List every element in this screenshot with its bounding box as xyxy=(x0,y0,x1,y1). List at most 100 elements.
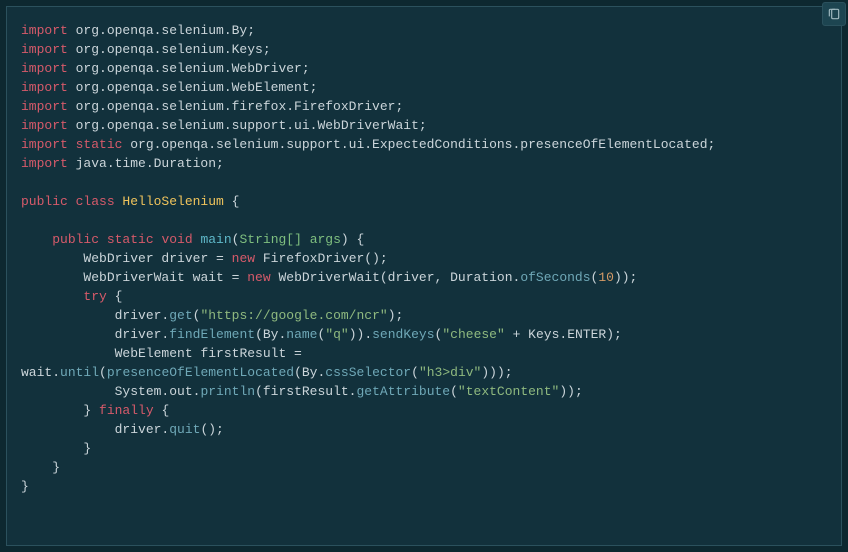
code-token: } xyxy=(83,403,99,418)
code-token: sendKeys xyxy=(372,327,434,342)
code-line: } xyxy=(21,479,29,494)
code-token: import xyxy=(21,42,76,57)
code-token: new xyxy=(247,270,278,285)
code-token: getAttribute xyxy=(356,384,450,399)
code-token: ( xyxy=(450,384,458,399)
code-token: org.openqa.selenium.By; xyxy=(76,23,255,38)
code-token: cssSelector xyxy=(325,365,411,380)
code-token: quit xyxy=(169,422,200,437)
code-token: driver. xyxy=(115,422,170,437)
code-line: WebElement firstResult = xyxy=(21,346,310,361)
code-token: org.openqa.selenium.WebDriver; xyxy=(76,61,310,76)
code-token: "q" xyxy=(325,327,348,342)
code-token: main xyxy=(200,232,231,247)
code-line: try { xyxy=(21,289,122,304)
code-token: System.out. xyxy=(115,384,201,399)
code-line: public static void main(String[] args) { xyxy=(21,232,364,247)
code-token: import xyxy=(21,156,76,171)
code-token: } xyxy=(21,479,29,494)
code-token: ofSeconds xyxy=(520,270,590,285)
code-token: FirefoxDriver(); xyxy=(263,251,388,266)
code-token: HelloSelenium xyxy=(122,194,223,209)
code-token: import xyxy=(21,99,76,114)
code-line: import org.openqa.selenium.WebDriver; xyxy=(21,61,310,76)
code-line: import org.openqa.selenium.support.ui.We… xyxy=(21,118,427,133)
code-token: "h3>div" xyxy=(419,365,481,380)
code-line: WebDriver driver = new FirefoxDriver(); xyxy=(21,251,388,266)
code-line: import org.openqa.selenium.WebElement; xyxy=(21,80,317,95)
code-token: org.openqa.selenium.support.ui.ExpectedC… xyxy=(130,137,715,152)
code-token: java.time.Duration; xyxy=(76,156,224,171)
code-token: import xyxy=(21,23,76,38)
code-token: )). xyxy=(349,327,372,342)
code-token: class xyxy=(76,194,123,209)
code-token: ( xyxy=(99,365,107,380)
code-token: ) { xyxy=(341,232,364,247)
code-token: static xyxy=(107,232,162,247)
code-token: public xyxy=(52,232,107,247)
code-block: import org.openqa.selenium.By; import or… xyxy=(6,6,842,546)
code-token: (By. xyxy=(255,327,286,342)
code-token: )); xyxy=(614,270,637,285)
code-line: import java.time.Duration; xyxy=(21,156,224,171)
code-token: )); xyxy=(559,384,582,399)
code-token: org.openqa.selenium.support.ui.WebDriver… xyxy=(76,118,427,133)
code-token: get xyxy=(169,308,192,323)
code-token: (firstResult. xyxy=(255,384,356,399)
code-line: wait.until(presenceOfElementLocated(By.c… xyxy=(21,365,513,380)
code-token: } xyxy=(83,441,91,456)
code-token: ))); xyxy=(481,365,512,380)
code-token: static xyxy=(76,137,131,152)
code-token: try xyxy=(83,289,114,304)
code-line: import org.openqa.selenium.firefox.Firef… xyxy=(21,99,403,114)
code-token: import xyxy=(21,118,76,133)
code-token: { xyxy=(161,403,169,418)
code-token: ); xyxy=(388,308,404,323)
code-token: 10 xyxy=(598,270,614,285)
code-token: WebDriverWait wait = xyxy=(83,270,247,285)
code-token: wait. xyxy=(21,365,60,380)
code-token: public xyxy=(21,194,76,209)
code-token: org.openqa.selenium.Keys; xyxy=(76,42,271,57)
code-line: import static org.openqa.selenium.suppor… xyxy=(21,137,715,152)
code-line: WebDriverWait wait = new WebDriverWait(d… xyxy=(21,270,637,285)
code-token: import xyxy=(21,137,76,152)
code-token: { xyxy=(115,289,123,304)
code-token: org.openqa.selenium.WebElement; xyxy=(76,80,318,95)
code-line: driver.get("https://google.com/ncr"); xyxy=(21,308,403,323)
code-content: import org.openqa.selenium.By; import or… xyxy=(21,21,827,496)
code-line: public class HelloSelenium { xyxy=(21,194,239,209)
code-token: findElement xyxy=(169,327,255,342)
code-token: driver. xyxy=(115,327,170,342)
code-line: System.out.println(firstResult.getAttrib… xyxy=(21,384,583,399)
code-token: println xyxy=(200,384,255,399)
code-line: driver.findElement(By.name("q")).sendKey… xyxy=(21,327,622,342)
code-token: { xyxy=(224,194,240,209)
copy-button[interactable] xyxy=(822,2,846,26)
code-line: import org.openqa.selenium.Keys; xyxy=(21,42,271,57)
code-line: } xyxy=(21,460,60,475)
code-token: until xyxy=(60,365,99,380)
code-line: } xyxy=(21,441,91,456)
code-token: import xyxy=(21,80,76,95)
code-token: "textContent" xyxy=(458,384,559,399)
code-line: driver.quit(); xyxy=(21,422,224,437)
code-token: "cheese" xyxy=(442,327,504,342)
code-token: } xyxy=(52,460,60,475)
code-token: WebDriverWait(driver, Duration. xyxy=(278,270,520,285)
code-token: finally xyxy=(99,403,161,418)
code-token: name xyxy=(286,327,317,342)
code-token: WebDriver driver = xyxy=(83,251,231,266)
code-token: driver. xyxy=(115,308,170,323)
code-token: presenceOfElementLocated xyxy=(107,365,294,380)
code-token: WebElement firstResult = xyxy=(115,346,310,361)
code-token: (); xyxy=(200,422,223,437)
code-token: ( xyxy=(411,365,419,380)
code-token: + Keys.ENTER); xyxy=(505,327,622,342)
code-token: String[] args xyxy=(239,232,340,247)
code-token: new xyxy=(232,251,263,266)
clipboard-icon xyxy=(827,7,841,21)
code-line: import org.openqa.selenium.By; xyxy=(21,23,255,38)
code-token: void xyxy=(161,232,200,247)
code-line: } finally { xyxy=(21,403,169,418)
